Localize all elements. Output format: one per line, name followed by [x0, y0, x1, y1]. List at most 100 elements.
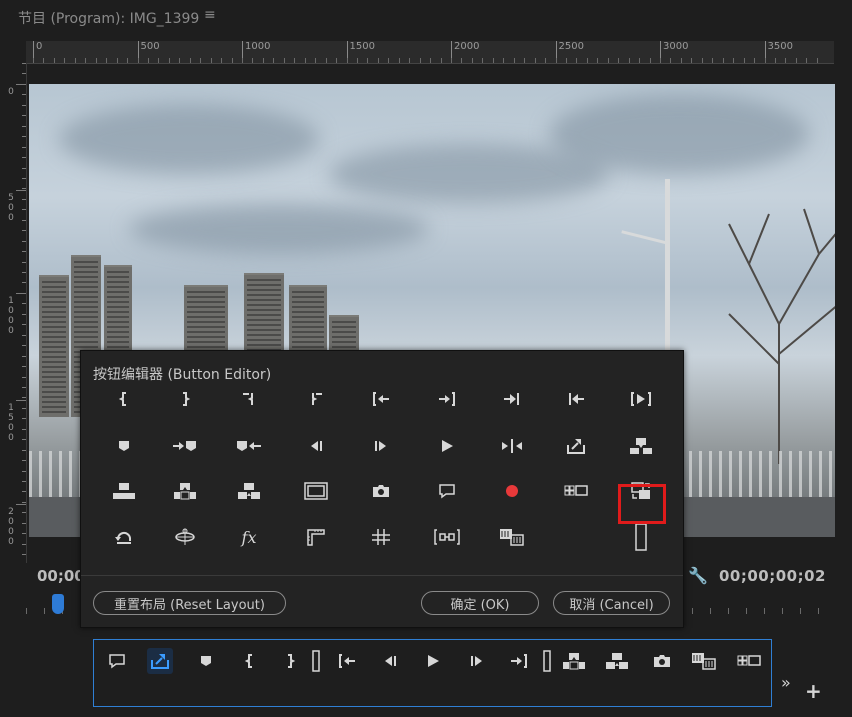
show-rulers-icon[interactable]	[296, 522, 336, 552]
ruler-minor-tick	[221, 58, 223, 63]
clear-in-icon[interactable]	[229, 384, 269, 414]
ruler-minor-tick	[451, 58, 452, 63]
safe-margins-icon[interactable]	[296, 476, 336, 506]
ruler-minor-tick	[743, 58, 745, 63]
add-marker-icon[interactable]	[193, 648, 219, 674]
step-back-icon[interactable]	[296, 431, 336, 461]
playhead[interactable]	[52, 594, 64, 614]
scrubber-tick	[818, 608, 819, 614]
camera-icon[interactable]	[649, 648, 675, 674]
lift-icon[interactable]	[165, 476, 205, 506]
ruler-minor-tick	[22, 501, 26, 503]
ruler-minor-tick	[440, 58, 442, 63]
ruler-minor-tick	[22, 198, 26, 200]
step-forward-icon[interactable]	[464, 648, 490, 674]
shuttle-icon[interactable]	[492, 431, 532, 461]
ruler-minor-tick	[660, 58, 661, 63]
trim-monitor-icon[interactable]	[492, 522, 532, 552]
mark-out-icon[interactable]	[165, 384, 205, 414]
go-to-in-icon[interactable]	[361, 384, 401, 414]
extract-icon[interactable]	[604, 648, 630, 674]
go-to-previous-edit-icon[interactable]	[556, 384, 596, 414]
ruler-label: 2000	[454, 41, 480, 52]
play-in-to-out-icon[interactable]	[621, 384, 661, 414]
ruler-minor-tick	[231, 58, 233, 63]
ruler-minor-tick	[806, 58, 808, 63]
export-frame-icon[interactable]	[556, 431, 596, 461]
step-back-icon[interactable]	[377, 648, 403, 674]
spacer-icon[interactable]	[621, 522, 661, 552]
ruler-minor-tick	[419, 58, 421, 63]
comment-icon[interactable]	[427, 476, 467, 506]
trim-monitor-icon[interactable]	[691, 648, 717, 674]
show-guides-icon[interactable]	[361, 522, 401, 552]
dialog-title: 按钮编辑器 (Button Editor)	[93, 367, 272, 383]
record-icon[interactable]	[492, 476, 532, 506]
hamburger-icon[interactable]: ≡	[204, 7, 216, 23]
wrench-icon[interactable]: 🔧	[688, 566, 708, 585]
cancel-button[interactable]: 取消 (Cancel)	[553, 591, 670, 615]
play-stop-icon[interactable]	[427, 431, 467, 461]
ok-button[interactable]: 确定 (OK)	[421, 591, 539, 615]
ruler-minor-tick	[189, 58, 191, 63]
ruler-minor-tick	[22, 94, 26, 96]
chevron-double-right-icon[interactable]: »	[781, 673, 791, 692]
ruler-minor-tick	[513, 58, 515, 63]
fx-icon[interactable]: fx	[229, 522, 269, 552]
ruler-minor-tick	[22, 83, 26, 85]
ruler-minor-tick	[785, 58, 787, 63]
ruler-minor-tick	[283, 58, 285, 63]
reset-layout-button[interactable]: 重置布局 (Reset Layout)	[93, 591, 286, 615]
go-to-in-icon[interactable]	[334, 648, 360, 674]
current-timecode[interactable]: 00;00	[37, 567, 85, 585]
scrubber-tick	[710, 608, 711, 614]
loop-icon[interactable]	[104, 522, 144, 552]
export-frame-icon[interactable]	[147, 648, 173, 674]
multi-camera-icon[interactable]	[556, 476, 596, 506]
go-to-out-icon[interactable]	[506, 648, 532, 674]
insert-icon[interactable]	[621, 431, 661, 461]
ruler-minor-tick	[22, 345, 26, 347]
ruler-minor-tick	[22, 491, 26, 493]
scrubber-tick	[26, 608, 27, 614]
ruler-minor-tick	[367, 58, 369, 63]
ruler-label: 500	[8, 193, 14, 223]
ruler-minor-tick	[43, 58, 45, 63]
go-to-next-edit-icon[interactable]	[492, 384, 532, 414]
ruler-minor-tick	[304, 58, 306, 63]
spacer-icon[interactable]	[310, 648, 322, 674]
extract-icon[interactable]	[229, 476, 269, 506]
ruler-minor-tick	[22, 418, 26, 420]
ruler-minor-tick	[754, 58, 756, 63]
play-stop-icon[interactable]	[420, 648, 446, 674]
ruler-minor-tick	[22, 376, 26, 378]
mark-in-icon[interactable]	[237, 648, 263, 674]
ruler-minor-tick	[22, 324, 26, 326]
mark-in-icon[interactable]	[104, 384, 144, 414]
lift-icon[interactable]	[561, 648, 587, 674]
plus-icon[interactable]: +	[805, 679, 822, 703]
go-to-previous-marker-icon[interactable]	[229, 431, 269, 461]
go-to-next-marker-icon[interactable]	[165, 431, 205, 461]
snap-guides-icon[interactable]	[427, 522, 467, 552]
ruler-minor-tick	[691, 58, 693, 63]
ruler-minor-tick	[22, 240, 26, 242]
ruler-major-tick	[16, 400, 26, 401]
step-forward-icon[interactable]	[361, 431, 401, 461]
camera-icon[interactable]	[361, 476, 401, 506]
vr-video-icon[interactable]	[165, 522, 205, 552]
spacer-icon[interactable]	[541, 648, 553, 674]
ruler-minor-tick	[701, 58, 703, 63]
ruler-minor-tick	[618, 58, 620, 63]
ruler-major-tick	[16, 504, 26, 505]
comment-icon[interactable]	[104, 648, 130, 674]
mark-out-icon[interactable]	[277, 648, 303, 674]
ruler-minor-tick	[22, 188, 26, 190]
overwrite-icon[interactable]	[104, 476, 144, 506]
button-editor-dialog: 按钮编辑器 (Button Editor) fx 重置布局 (Reset Lay…	[80, 350, 684, 628]
add-marker-icon[interactable]	[104, 431, 144, 461]
multi-camera-icon[interactable]	[736, 648, 762, 674]
clear-out-icon[interactable]	[296, 384, 336, 414]
ruler-minor-tick	[492, 58, 494, 63]
go-to-out-icon[interactable]	[427, 384, 467, 414]
